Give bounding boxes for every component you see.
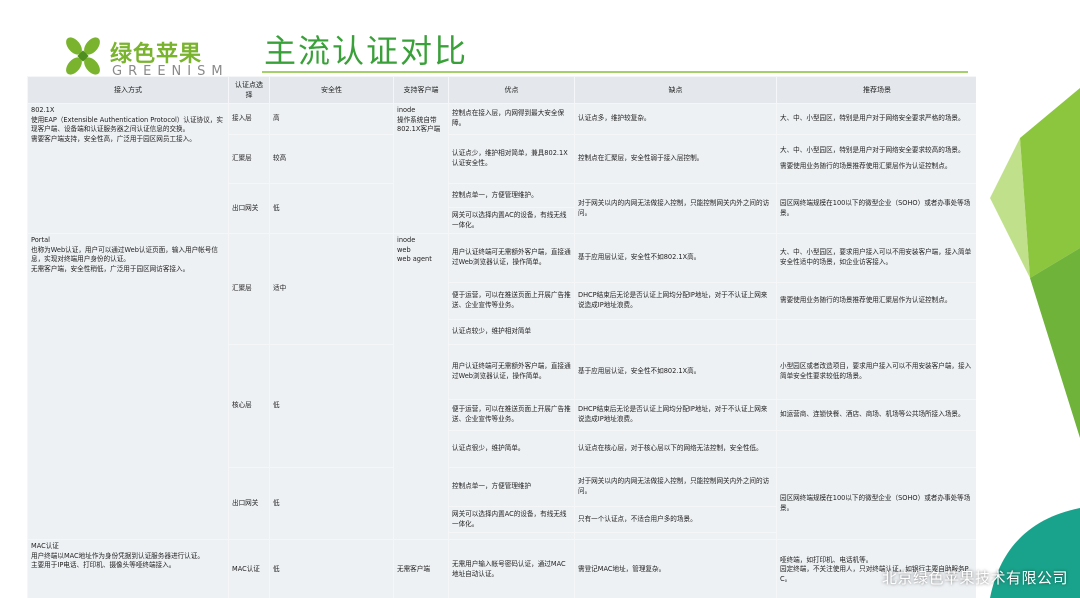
title-underline <box>262 71 968 73</box>
col-header-client: 支持客户端 <box>394 77 448 103</box>
pros-cell: 网关可以选择内置AC的设备，有线无线一体化。 <box>449 507 574 532</box>
security-cell: 低 <box>270 345 393 467</box>
client-item: 802.1X客户端 <box>397 125 441 134</box>
method-note: 需要客户端支持，安全性高，广泛用于园区网员工接入。 <box>31 134 196 143</box>
point-cell: 汇聚层 <box>229 135 269 183</box>
method-name: Portal <box>31 236 50 244</box>
pros-cell: 控制点在接入层，内网得到最大安全保障。 <box>449 104 574 134</box>
cons-cell: 基于应用层认证，安全性不如802.1X高。 <box>575 234 776 282</box>
security-cell: 适中 <box>270 234 393 344</box>
client-item: 操作系统自带 <box>397 115 437 124</box>
point-cell: 核心层 <box>229 345 269 467</box>
cons-cell: 基于应用层认证，安全性不如802.1X高。 <box>575 345 776 399</box>
cons-cell: 对于网关以内的内网无法做接入控制，只能控制网关内外之间的访问。 <box>575 184 776 233</box>
method-cell-mac: MAC认证 用户终端以MAC地址作为身份凭据到认证服务器进行认证。 主要用于IP… <box>28 540 228 598</box>
method-name: MAC认证 <box>31 542 59 550</box>
cons-cell <box>575 533 776 539</box>
security-cell: 低 <box>270 468 393 539</box>
col-header-security: 安全性 <box>270 77 393 103</box>
cons-cell: DHCP结束后无论是否认证上网均分配IP地址，对于不认证上网来说造成IP地址浪费… <box>575 283 776 319</box>
point-cell: 汇聚层 <box>229 234 269 344</box>
pros-cell: 无需用户输入帐号密码认证，通过MAC地址自动认证。 <box>449 540 574 598</box>
pros-cell: 网关可以选择内置AC的设备，有线无线一体化。 <box>449 208 574 233</box>
method-desc: 使用EAP（Extensible Authentication Protocol… <box>31 115 223 134</box>
pros-cell: 用户认证终端可无需额外客户端，直接通过Web浏览器认证，操作简单。 <box>449 345 574 399</box>
scene-cell: 小型园区或者改造项目，要求用户接入可以不用安装客户端，接入简单安全性要求较低的场… <box>777 345 976 399</box>
cons-cell: 对于网关以内的内网无法做接入控制，只能控制网关内外之间的访问。 <box>575 468 776 506</box>
pros-cell: 控制点单一，方便管理维护 <box>449 468 574 506</box>
company-logo-icon <box>66 37 100 75</box>
pros-cell: 控制点单一，方便管理维护。 <box>449 184 574 207</box>
cons-cell: DHCP结束后无论是否认证上网均分配IP地址，对于不认证上网来说造成IP地址浪费… <box>575 400 776 430</box>
method-desc: 用户终端以MAC地址作为身份凭据到认证服务器进行认证。 <box>31 551 204 560</box>
pros-cell: 认证点少，维护相对简单，兼具802.1X认证安全性。 <box>449 135 574 183</box>
pros-cell <box>449 533 574 539</box>
cons-cell: 只有一个认证点，不适合用户多的场景。 <box>575 507 776 532</box>
client-cell-portal: inode web web agent <box>394 234 448 539</box>
client-item: web <box>397 245 411 254</box>
security-cell: 较高 <box>270 135 393 183</box>
cons-cell: 认证点在核心层，对于核心层以下的网络无法控制，安全性低。 <box>575 431 776 467</box>
point-cell: MAC认证 <box>229 540 269 598</box>
client-cell-mac: 无需客户端 <box>394 540 448 598</box>
scene-cell: 大、中、小型园区，要求用户接入可以不用安装客户端，接入简单安全性适中的场景，如企… <box>777 234 976 282</box>
method-desc: 也称为Web认证，用户可以通过Web认证页面，输入用户帐号信息，实现对终端用户身… <box>31 245 218 264</box>
method-name: 802.1X <box>31 106 55 114</box>
client-item: inode <box>397 106 416 114</box>
scene-cell: 如运营商、连锁快餐、酒店、商场、机场等公共场所接入场景。 <box>777 400 976 430</box>
scene-cell <box>777 320 976 344</box>
company-watermark: 北京绿色苹果技术有限公司 <box>881 569 1068 587</box>
scene-cell: 大、中、小型园区，特别是用户对于网络安全要求较高的场景。 需要使用业务随行的场景… <box>777 135 976 183</box>
scene-cell: 园区网终端规模在100以下的微型企业（SOHO）或者办事处等场景。 <box>777 468 976 539</box>
scene-cell: 需要使用业务随行的场景推荐使用汇聚层作为认证控制点。 <box>777 283 976 319</box>
method-note: 主要用于IP电话、打印机、摄像头等哑终端接入。 <box>31 561 176 570</box>
client-item: inode <box>397 236 416 244</box>
col-header-method: 接入方式 <box>28 77 228 103</box>
method-note: 无需客户端，安全性稍低，广泛用于园区网访客接入。 <box>31 264 190 273</box>
page-title: 主流认证对比 <box>264 32 469 70</box>
scene-cell: 大、中、小型园区，特别是用户对于网络安全要求严格的场景。 <box>777 104 976 134</box>
point-cell: 出口网关 <box>229 184 269 233</box>
col-header-cons: 缺点 <box>575 77 776 103</box>
cons-cell: 需登记MAC地址，管理复杂。 <box>575 540 776 598</box>
table-row: Portal 也称为Web认证，用户可以通过Web认证页面，输入用户帐号信息，实… <box>28 234 976 539</box>
table-row: MAC认证 用户终端以MAC地址作为身份凭据到认证服务器进行认证。 主要用于IP… <box>28 540 976 598</box>
scene-line: 需要使用业务随行的场景推荐使用汇聚层作为认证控制点。 <box>780 162 952 170</box>
client-item: web agent <box>397 255 432 264</box>
pros-cell: 用户认证终端可无需额外客户端，直接通过Web浏览器认证，操作简单。 <box>449 234 574 282</box>
method-cell-dot1x: 802.1X 使用EAP（Extensible Authentication P… <box>28 104 228 233</box>
col-header-point: 认证点选择 <box>229 77 269 103</box>
table-header-row: 接入方式 认证点选择 安全性 支持客户端 优点 缺点 推荐场景 <box>28 77 976 103</box>
point-cell: 出口网关 <box>229 468 269 539</box>
scene-cell: 园区网终端规模在100以下的微型企业（SOHO）或者办事处等场景。 <box>777 184 976 233</box>
auth-comparison-table: 接入方式 认证点选择 安全性 支持客户端 优点 缺点 推荐场景 802.1X 使… <box>27 76 976 598</box>
pros-cell: 认证点较少，维护相对简单 <box>449 320 574 344</box>
security-cell: 低 <box>270 184 393 233</box>
decorative-leaf-shape <box>990 88 1080 438</box>
scene-cell <box>777 431 976 467</box>
pros-cell: 便于运营，可以在推送页面上开展广告推送、企业宣传等业务。 <box>449 283 574 319</box>
point-cell: 接入层 <box>229 104 269 134</box>
pros-cell: 认证点很少，维护简单。 <box>449 431 574 467</box>
pros-cell: 便于运营，可以在推送页面上开展广告推送、企业宣传等业务。 <box>449 400 574 430</box>
cons-cell: 认证点多，维护较复杂。 <box>575 104 776 134</box>
scene-line: 哑终端，如打印机、电话机等。 <box>780 555 873 564</box>
cons-cell: 控制点在汇聚层，安全性弱于接入层控制。 <box>575 135 776 183</box>
method-cell-portal: Portal 也称为Web认证，用户可以通过Web认证页面，输入用户帐号信息，实… <box>28 234 228 539</box>
brand-name-en: GREENISM <box>112 64 229 76</box>
col-header-pros: 优点 <box>449 77 574 103</box>
scene-line: 大、中、小型园区，特别是用户对于网络安全要求较高的场景。 <box>780 146 965 155</box>
comparison-table-container: 接入方式 认证点选择 安全性 支持客户端 优点 缺点 推荐场景 802.1X 使… <box>27 76 976 598</box>
col-header-scene: 推荐场景 <box>777 77 976 103</box>
table-row: 802.1X 使用EAP（Extensible Authentication P… <box>28 104 976 233</box>
client-cell-dot1x: inode 操作系统自带 802.1X客户端 <box>394 104 448 233</box>
cons-cell <box>575 320 776 344</box>
security-cell: 低 <box>270 540 393 598</box>
security-cell: 高 <box>270 104 393 134</box>
